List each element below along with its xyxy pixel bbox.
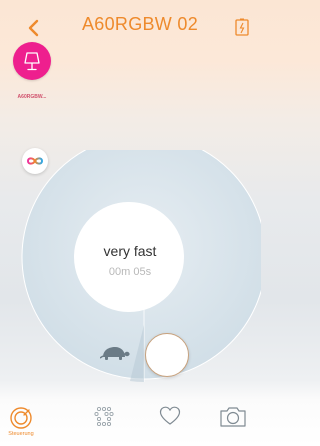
control-dial-icon (10, 407, 32, 429)
chevron-left-icon[interactable] (24, 18, 44, 38)
tab-favorites[interactable] (158, 406, 182, 446)
turtle-icon (100, 347, 130, 360)
tab-control-label: Steuerung (8, 431, 34, 437)
tab-scenes[interactable] (92, 406, 116, 446)
tab-control[interactable]: Steuerung (2, 406, 40, 446)
lamp-tile[interactable]: A60RGBW... (11, 42, 53, 100)
speed-time: 00m 05s (108, 266, 152, 278)
tab-camera[interactable] (218, 406, 248, 446)
infinity-icon (26, 157, 44, 165)
speed-label: very fast (103, 243, 157, 259)
dots-grid-icon (94, 406, 114, 427)
speed-slider-knob[interactable] (145, 333, 189, 377)
lamp-label: A60RGBW... (17, 94, 47, 100)
tab-bar: Steuerung (0, 402, 261, 446)
lamp-icon (24, 52, 40, 71)
camera-icon (220, 407, 246, 427)
heart-icon (159, 406, 181, 425)
lamp-button[interactable] (13, 42, 51, 80)
battery-icon[interactable] (235, 18, 249, 36)
loop-button[interactable] (22, 148, 48, 174)
page-title: A60RGBW 02 (81, 14, 199, 34)
